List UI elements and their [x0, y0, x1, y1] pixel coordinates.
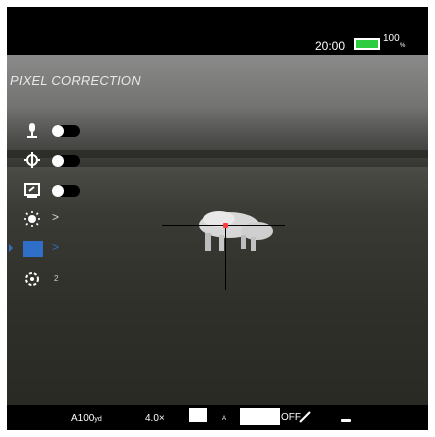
reticle-vertical [225, 225, 226, 290]
thermal-scope-screen: 20:00 100 % PIXEL CORRECTION > > 2 A100y… [7, 7, 428, 430]
clock: 20:00 [315, 39, 346, 53]
auto-indicator: A [222, 416, 227, 422]
wild-boar-target [199, 211, 273, 251]
pixel-correction-icon [23, 241, 43, 257]
palette-icon [189, 408, 207, 422]
brightness-icon [24, 211, 40, 227]
screen-icon [24, 183, 40, 198]
menu-item-pixel-correction[interactable]: > [7, 238, 97, 260]
menu-title: PIXEL CORRECTION [10, 73, 141, 88]
battery-percent: 100 [383, 33, 400, 44]
menu-item-stabilization[interactable] [7, 149, 97, 171]
zoom-readout: 4.0× [145, 413, 165, 424]
reticle-center [223, 223, 228, 228]
battery-unit: % [400, 43, 406, 49]
microphone-toggle[interactable] [52, 125, 80, 137]
wifi-off-icon [299, 411, 311, 423]
menu-item-screen[interactable] [7, 179, 97, 201]
chevron-right-icon: > [52, 240, 60, 254]
settings-label: 2 [54, 274, 59, 283]
recording-icon [341, 419, 351, 422]
menu-item-microphone[interactable] [7, 119, 97, 141]
settings-icon [25, 272, 39, 286]
menu-item-settings[interactable]: 2 [7, 268, 97, 290]
bottom-status-bar: A100yd 4.0× A OFF [7, 405, 428, 430]
chevron-right-icon: > [52, 210, 60, 224]
selection-marker [9, 244, 13, 252]
range-readout: A100yd [71, 413, 102, 424]
stabilization-toggle[interactable] [52, 155, 80, 167]
microphone-icon [27, 123, 37, 138]
battery-icon [354, 38, 380, 50]
stabilization-icon [24, 152, 40, 168]
menu-item-brightness[interactable]: > [7, 208, 97, 230]
status-bar: 20:00 100 % [7, 7, 428, 55]
mode-icon [240, 408, 280, 425]
screen-toggle[interactable] [52, 185, 80, 197]
